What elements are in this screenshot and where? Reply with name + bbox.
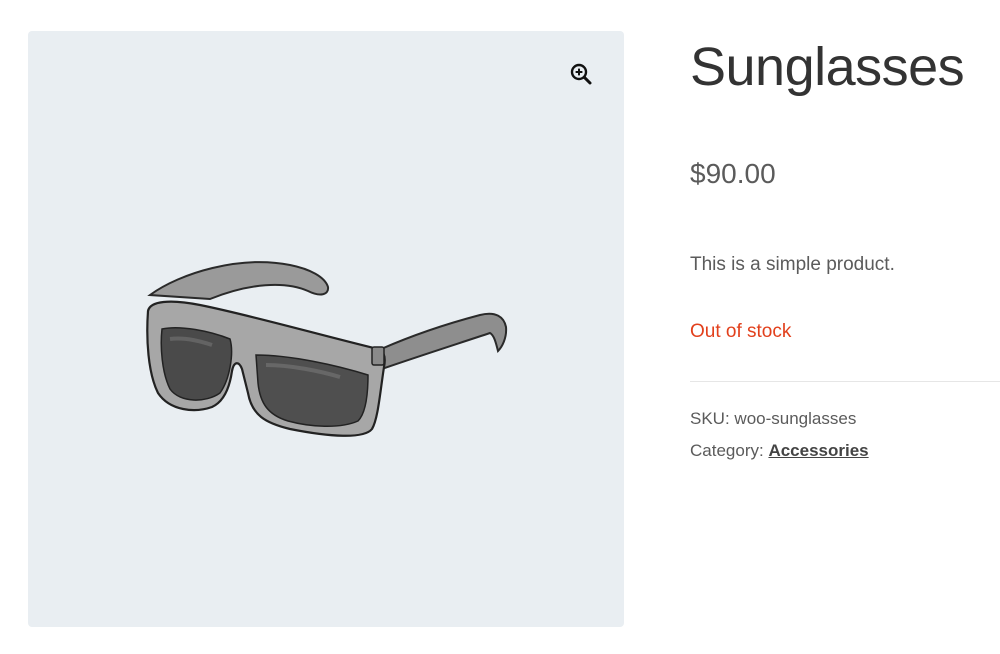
- sku-value: woo-sunglasses: [734, 409, 857, 428]
- product-short-description: This is a simple product.: [690, 254, 895, 275]
- product-price: $90.00: [690, 158, 776, 189]
- product-page: Sunglasses $90.00 This is a simple produ…: [0, 0, 1000, 654]
- stock-status: Out of stock: [690, 321, 792, 342]
- category-link-accessories[interactable]: Accessories: [768, 441, 868, 460]
- category-label: Category:: [690, 441, 764, 460]
- zoom-in-icon: [570, 63, 592, 85]
- category-row: Category: Accessories: [690, 441, 869, 461]
- zoom-trigger[interactable]: [566, 59, 596, 89]
- product-title: Sunglasses: [690, 37, 965, 97]
- sku-row: SKU: woo-sunglasses: [690, 409, 856, 429]
- product-image[interactable]: [140, 243, 512, 443]
- sku-label: SKU:: [690, 409, 730, 428]
- divider: [690, 381, 1000, 382]
- product-gallery: [28, 31, 624, 627]
